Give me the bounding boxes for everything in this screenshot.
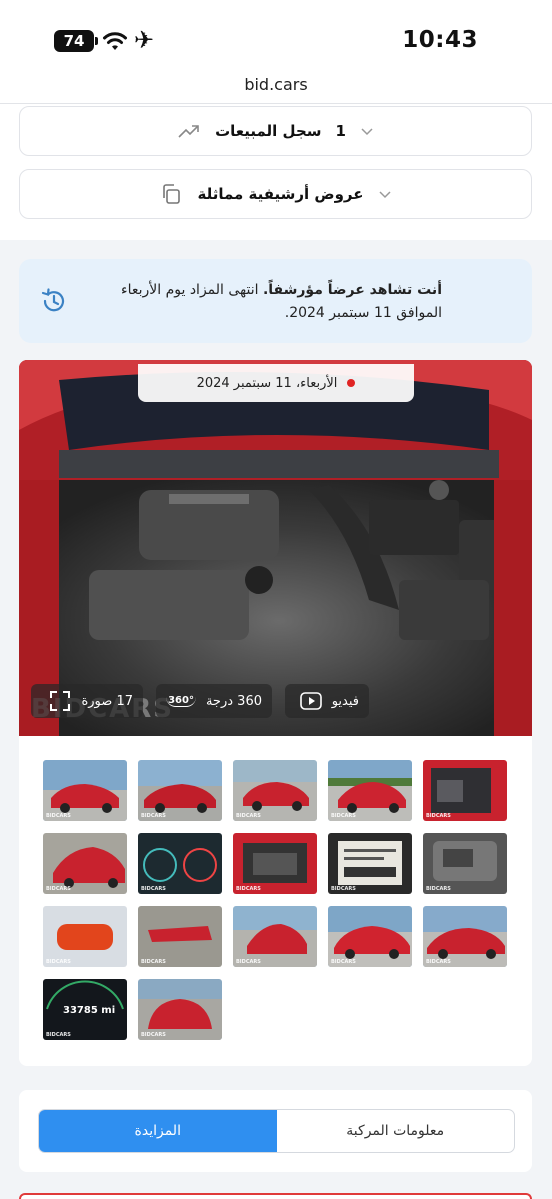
thumbnail[interactable]: BIDCARS: [138, 833, 222, 894]
battery-level: 74: [63, 32, 85, 50]
thumbnail[interactable]: BIDCARS: [43, 906, 127, 967]
address-bar[interactable]: bid.cars: [0, 66, 552, 104]
play-icon: [299, 692, 322, 710]
thumbnail[interactable]: BIDCARS: [233, 833, 317, 894]
similar-archive-title: عروض أرشيفية مماثلة: [197, 185, 364, 203]
airplane-icon: ✈: [134, 26, 155, 54]
thumbnail[interactable]: BIDCARS: [43, 760, 127, 821]
thumbnail[interactable]: 33785 mi BIDCARS: [43, 979, 127, 1040]
main-photo[interactable]: الأربعاء، 11 سبتمبر 2024 BIDCARS 17 صورة…: [19, 360, 532, 736]
fullscreen-icon: [50, 691, 71, 711]
thumbnail-watermark: BIDCARS: [331, 813, 356, 819]
history-icon: [41, 288, 65, 312]
photos-count-label: 17 صورة: [81, 693, 133, 709]
view-360-label: 360 درجة: [205, 693, 262, 709]
view-360-button[interactable]: 360 درجة 360°: [156, 684, 272, 718]
odometer-reading: 33785 mi: [63, 1005, 115, 1016]
thumbnail-watermark: BIDCARS: [426, 813, 451, 819]
video-button[interactable]: فيديو: [285, 684, 369, 718]
thumbnail-watermark: BIDCARS: [236, 813, 261, 819]
clock: 10:43: [402, 27, 478, 53]
thumbnail-watermark: BIDCARS: [141, 886, 166, 892]
status-bar: 74 ✈ 10:43: [0, 0, 552, 66]
live-dot-icon: [347, 379, 356, 387]
engine-bay-image: [19, 360, 532, 736]
thumbnail-watermark: BIDCARS: [426, 886, 451, 892]
trending-up-icon: [178, 125, 199, 138]
battery-icon: 74: [54, 30, 98, 52]
chevron-down-icon: [378, 191, 391, 199]
history-panel: 1 سجل المبيعات عروض أرشيفية مماثلة: [0, 104, 552, 240]
details-tabs: المزايدة معلومات المركبة: [38, 1109, 515, 1153]
thumbnail[interactable]: BIDCARS: [138, 906, 222, 967]
thumbnail-watermark: BIDCARS: [331, 886, 356, 892]
thumbnail-watermark: BIDCARS: [236, 959, 261, 965]
thumbnail-watermark: BIDCARS: [236, 886, 261, 892]
photo-gallery: الأربعاء، 11 سبتمبر 2024 BIDCARS 17 صورة…: [19, 360, 532, 1066]
thumbnail[interactable]: BIDCARS: [233, 906, 317, 967]
thumbnail[interactable]: BIDCARS: [43, 833, 127, 894]
sales-history-accordion[interactable]: 1 سجل المبيعات: [19, 106, 532, 156]
thumbnail-watermark: BIDCARS: [46, 1032, 71, 1038]
thumbnail-watermark: BIDCARS: [426, 959, 451, 965]
thumbnail[interactable]: BIDCARS: [138, 979, 222, 1040]
thumbnail-watermark: BIDCARS: [141, 813, 166, 819]
chevron-down-icon: [361, 128, 373, 136]
photos-count-button[interactable]: 17 صورة: [31, 684, 143, 718]
notice-bold-text: أنت تشاهد عرضاً مؤرشفاً.: [262, 282, 442, 298]
thumbnail[interactable]: BIDCARS: [328, 906, 412, 967]
thumbnail[interactable]: BIDCARS: [233, 760, 317, 821]
thumbnail[interactable]: BIDCARS: [423, 833, 507, 894]
sales-history-count: 1: [335, 122, 346, 140]
thumbnail[interactable]: BIDCARS: [423, 906, 507, 967]
tab-vehicle-info[interactable]: معلومات المركبة: [277, 1110, 515, 1152]
thumbnail[interactable]: BIDCARS: [138, 760, 222, 821]
auction-date-chip: الأربعاء، 11 سبتمبر 2024: [138, 364, 414, 402]
thumbnail-watermark: BIDCARS: [141, 1032, 166, 1038]
thumbnail-watermark: BIDCARS: [46, 813, 71, 819]
archived-notice: أنت تشاهد عرضاً مؤرشفاً. انتهى المزاد يو…: [19, 259, 532, 343]
wifi-icon: [103, 32, 127, 50]
thumbnail-watermark: BIDCARS: [331, 959, 356, 965]
similar-archive-accordion[interactable]: عروض أرشيفية مماثلة: [19, 169, 532, 219]
notice-text: أنت تشاهد عرضاً مؤرشفاً. انتهى المزاد يو…: [92, 279, 442, 325]
video-label: فيديو: [331, 693, 359, 709]
thumbnail-watermark: BIDCARS: [46, 959, 71, 965]
thumbnail-watermark: BIDCARS: [141, 959, 166, 965]
thumbnail[interactable]: BIDCARS: [328, 760, 412, 821]
url-text: bid.cars: [244, 75, 308, 94]
next-card-edge: [19, 1193, 532, 1199]
thumbnail[interactable]: BIDCARS: [423, 760, 507, 821]
sales-history-title: سجل المبيعات: [215, 122, 322, 140]
view-360-icon: 360°: [166, 695, 196, 707]
thumbnail-watermark: BIDCARS: [46, 886, 71, 892]
copy-icon: [163, 184, 181, 204]
auction-date: الأربعاء، 11 سبتمبر 2024: [196, 375, 338, 391]
thumbnail[interactable]: BIDCARS: [328, 833, 412, 894]
details-tabs-panel: المزايدة معلومات المركبة: [19, 1090, 532, 1172]
tab-auction[interactable]: المزايدة: [39, 1110, 277, 1152]
